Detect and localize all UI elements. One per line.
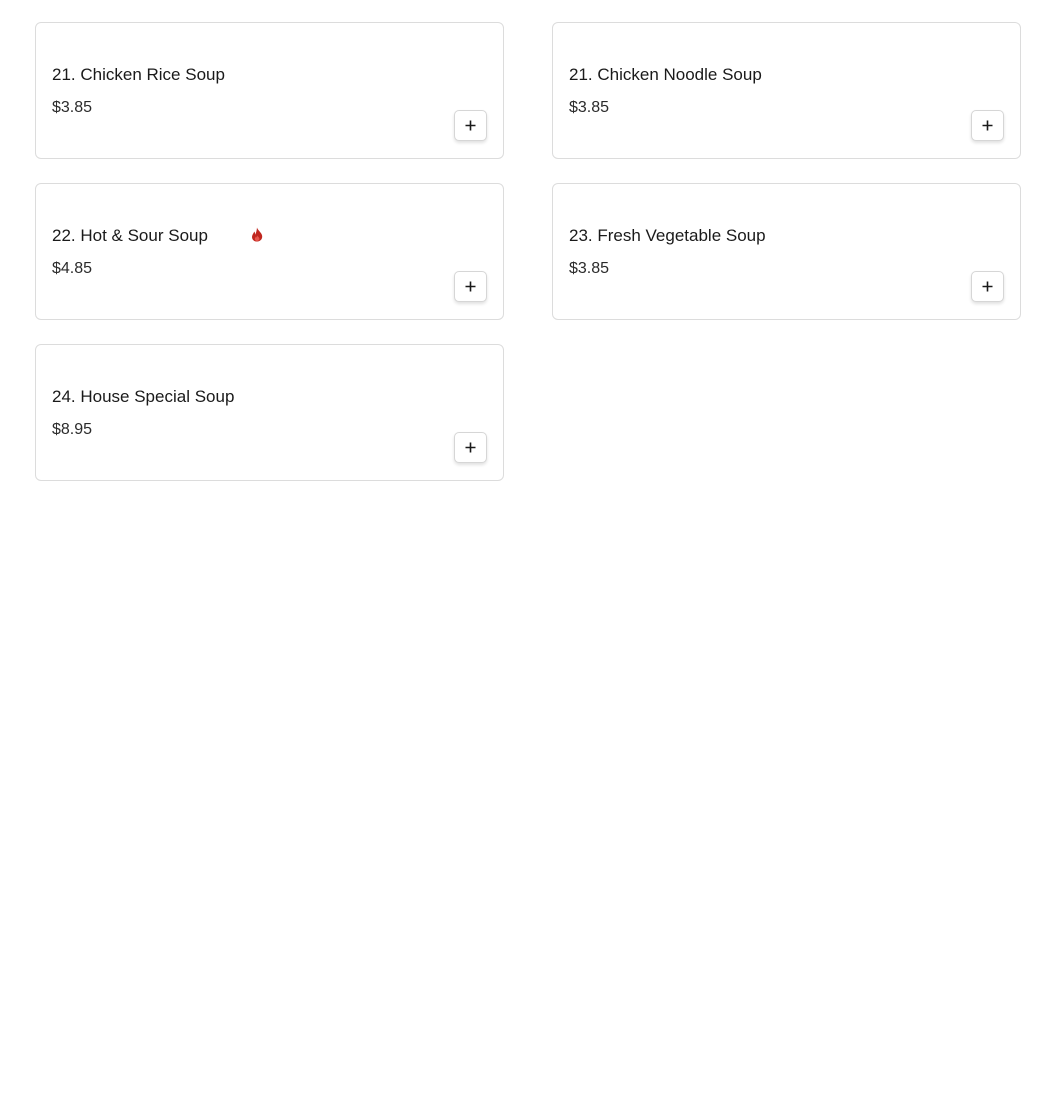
item-name: 23. Fresh Vegetable Soup xyxy=(569,226,766,245)
item-name-row: 21. Chicken Noodle Soup xyxy=(569,63,762,87)
item-name-row: 21. Chicken Rice Soup xyxy=(52,63,225,87)
plus-icon xyxy=(982,281,993,292)
item-name-row: 22. Hot & Sour Soup xyxy=(52,224,264,248)
menu-item-grid: 21. Chicken Rice Soup $3.85 21. Chicken … xyxy=(35,22,1021,481)
menu-item-card[interactable]: 22. Hot & Sour Soup $4.85 xyxy=(35,183,504,320)
item-name-row: 23. Fresh Vegetable Soup xyxy=(569,224,766,248)
add-to-cart-button[interactable] xyxy=(454,110,487,141)
item-name-row: 24. House Special Soup xyxy=(52,385,234,409)
item-price: $3.85 xyxy=(569,99,610,116)
menu-item-card[interactable]: 21. Chicken Noodle Soup $3.85 xyxy=(552,22,1021,159)
add-to-cart-button[interactable] xyxy=(971,110,1004,141)
add-to-cart-button[interactable] xyxy=(971,271,1004,302)
item-name: 24. House Special Soup xyxy=(52,387,235,406)
menu-item-card[interactable]: 24. House Special Soup $8.95 xyxy=(35,344,504,481)
add-to-cart-button[interactable] xyxy=(454,271,487,302)
item-price: $4.85 xyxy=(52,260,93,277)
item-name: 21. Chicken Noodle Soup xyxy=(569,65,762,84)
item-price: $3.85 xyxy=(569,260,610,277)
menu-item-card[interactable]: 23. Fresh Vegetable Soup $3.85 xyxy=(552,183,1021,320)
plus-icon xyxy=(465,442,476,453)
item-name: 22. Hot & Sour Soup xyxy=(52,226,208,245)
item-price: $3.85 xyxy=(52,99,93,116)
item-name: 21. Chicken Rice Soup xyxy=(52,65,225,84)
add-to-cart-button[interactable] xyxy=(454,432,487,463)
item-price: $8.95 xyxy=(52,421,93,438)
plus-icon xyxy=(465,120,476,131)
flame-icon xyxy=(250,226,264,242)
plus-icon xyxy=(982,120,993,131)
plus-icon xyxy=(465,281,476,292)
menu-item-card[interactable]: 21. Chicken Rice Soup $3.85 xyxy=(35,22,504,159)
